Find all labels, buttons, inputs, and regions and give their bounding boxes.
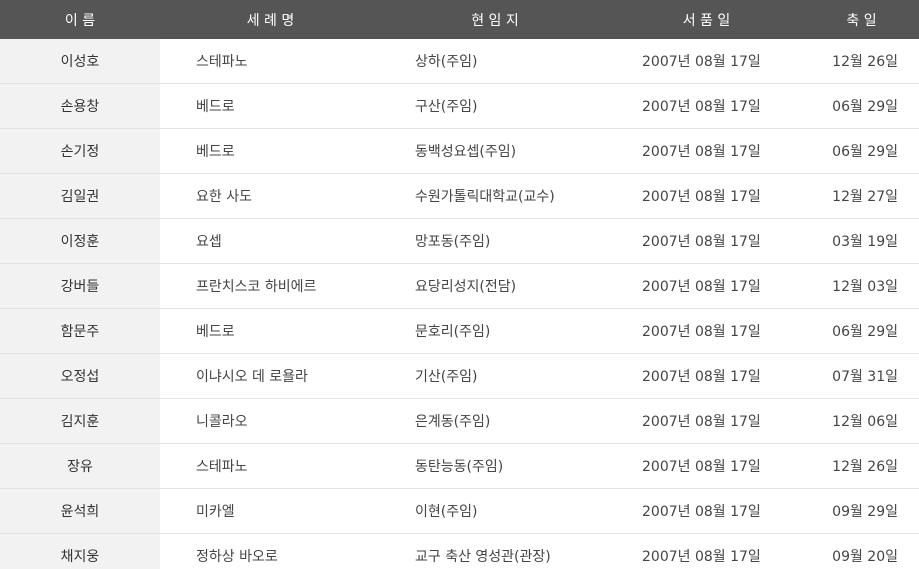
cell-name: 강버들: [0, 263, 160, 309]
cell-name: 채지웅: [0, 533, 160, 569]
cell-feast-day: 07월 31일: [804, 353, 919, 399]
header-current-post: 현 임 지: [381, 0, 609, 39]
cell-baptismal-name: 정하상 바오로: [160, 533, 381, 569]
cell-current-post: 망포동(주임): [381, 218, 609, 264]
table-row: 오정섭 이냐시오 데 로욜라 기산(주임) 2007년 08월 17일 07월 31일: [0, 353, 919, 399]
cell-name: 이정훈: [0, 218, 160, 264]
cell-current-post: 요당리성지(전담): [381, 263, 609, 309]
cell-baptismal-name: 베드로: [160, 128, 381, 174]
cell-name: 장유: [0, 443, 160, 489]
cell-name: 손용창: [0, 83, 160, 129]
cell-baptismal-name: 스테파노: [160, 39, 381, 84]
cell-feast-day: 09월 20일: [804, 533, 919, 569]
priest-list-table-container: 이 름 세 례 명 현 임 지 서 품 일 축 일 이성호 스테파노 상하(주임) 2…: [0, 0, 919, 569]
cell-name: 김일권: [0, 173, 160, 219]
cell-feast-day: 06월 29일: [804, 128, 919, 174]
cell-ordination-date: 2007년 08월 17일: [609, 488, 804, 534]
header-feast-day: 축 일: [804, 0, 919, 39]
cell-feast-day: 06월 29일: [804, 83, 919, 129]
cell-current-post: 상하(주임): [381, 39, 609, 84]
table-row: 장유 스테파노 동탄능동(주임) 2007년 08월 17일 12월 26일: [0, 443, 919, 489]
table-row: 이성호 스테파노 상하(주임) 2007년 08월 17일 12월 26일: [0, 39, 919, 84]
cell-feast-day: 12월 26일: [804, 443, 919, 489]
table-row: 손기정 베드로 동백성요셉(주임) 2007년 08월 17일 06월 29일: [0, 128, 919, 174]
table-row: 손용창 베드로 구산(주임) 2007년 08월 17일 06월 29일: [0, 83, 919, 129]
cell-ordination-date: 2007년 08월 17일: [609, 308, 804, 354]
cell-ordination-date: 2007년 08월 17일: [609, 218, 804, 264]
table-row: 이정훈 요셉 망포동(주임) 2007년 08월 17일 03월 19일: [0, 218, 919, 264]
table-row: 강버들 프란치스코 하비에르 요당리성지(전담) 2007년 08월 17일 12월 0…: [0, 263, 919, 309]
cell-ordination-date: 2007년 08월 17일: [609, 128, 804, 174]
cell-baptismal-name: 미카엘: [160, 488, 381, 534]
cell-name: 손기정: [0, 128, 160, 174]
cell-feast-day: 09월 29일: [804, 488, 919, 534]
cell-current-post: 이현(주임): [381, 488, 609, 534]
cell-current-post: 동백성요셉(주임): [381, 128, 609, 174]
cell-ordination-date: 2007년 08월 17일: [609, 39, 804, 84]
table-row: 김일권 요한 사도 수원가톨릭대학교(교수) 2007년 08월 17일 12월 27일: [0, 173, 919, 219]
header-ordination-date: 서 품 일: [609, 0, 804, 39]
cell-current-post: 기산(주임): [381, 353, 609, 399]
cell-name: 김지훈: [0, 398, 160, 444]
cell-feast-day: 12월 06일: [804, 398, 919, 444]
cell-current-post: 은계동(주임): [381, 398, 609, 444]
cell-baptismal-name: 스테파노: [160, 443, 381, 489]
cell-feast-day: 12월 26일: [804, 39, 919, 84]
cell-name: 함문주: [0, 308, 160, 354]
header-row: 이 름 세 례 명 현 임 지 서 품 일 축 일: [0, 0, 919, 39]
cell-ordination-date: 2007년 08월 17일: [609, 533, 804, 569]
cell-current-post: 수원가톨릭대학교(교수): [381, 173, 609, 219]
cell-current-post: 구산(주임): [381, 83, 609, 129]
header-name: 이 름: [0, 0, 160, 39]
cell-baptismal-name: 베드로: [160, 308, 381, 354]
cell-baptismal-name: 요셉: [160, 218, 381, 264]
table-body: 이성호 스테파노 상하(주임) 2007년 08월 17일 12월 26일 손용창 베드로 구…: [0, 39, 919, 569]
cell-name: 이성호: [0, 39, 160, 84]
cell-ordination-date: 2007년 08월 17일: [609, 83, 804, 129]
cell-baptismal-name: 니콜라오: [160, 398, 381, 444]
cell-ordination-date: 2007년 08월 17일: [609, 398, 804, 444]
cell-baptismal-name: 베드로: [160, 83, 381, 129]
cell-feast-day: 12월 03일: [804, 263, 919, 309]
priest-list-table: 이 름 세 례 명 현 임 지 서 품 일 축 일 이성호 스테파노 상하(주임) 2…: [0, 0, 919, 569]
cell-current-post: 문호리(주임): [381, 308, 609, 354]
cell-baptismal-name: 이냐시오 데 로욜라: [160, 353, 381, 399]
table-header: 이 름 세 례 명 현 임 지 서 품 일 축 일: [0, 0, 919, 39]
table-row: 김지훈 니콜라오 은계동(주임) 2007년 08월 17일 12월 06일: [0, 398, 919, 444]
cell-ordination-date: 2007년 08월 17일: [609, 173, 804, 219]
header-baptismal-name: 세 례 명: [160, 0, 381, 39]
cell-name: 윤석희: [0, 488, 160, 534]
table-row: 채지웅 정하상 바오로 교구 축산 영성관(관장) 2007년 08월 17일 09월 …: [0, 533, 919, 569]
cell-ordination-date: 2007년 08월 17일: [609, 263, 804, 309]
cell-ordination-date: 2007년 08월 17일: [609, 353, 804, 399]
table-row: 윤석희 미카엘 이현(주임) 2007년 08월 17일 09월 29일: [0, 488, 919, 534]
cell-ordination-date: 2007년 08월 17일: [609, 443, 804, 489]
cell-feast-day: 03월 19일: [804, 218, 919, 264]
cell-baptismal-name: 프란치스코 하비에르: [160, 263, 381, 309]
cell-baptismal-name: 요한 사도: [160, 173, 381, 219]
cell-current-post: 교구 축산 영성관(관장): [381, 533, 609, 569]
cell-feast-day: 12월 27일: [804, 173, 919, 219]
cell-feast-day: 06월 29일: [804, 308, 919, 354]
table-row: 함문주 베드로 문호리(주임) 2007년 08월 17일 06월 29일: [0, 308, 919, 354]
cell-current-post: 동탄능동(주임): [381, 443, 609, 489]
cell-name: 오정섭: [0, 353, 160, 399]
